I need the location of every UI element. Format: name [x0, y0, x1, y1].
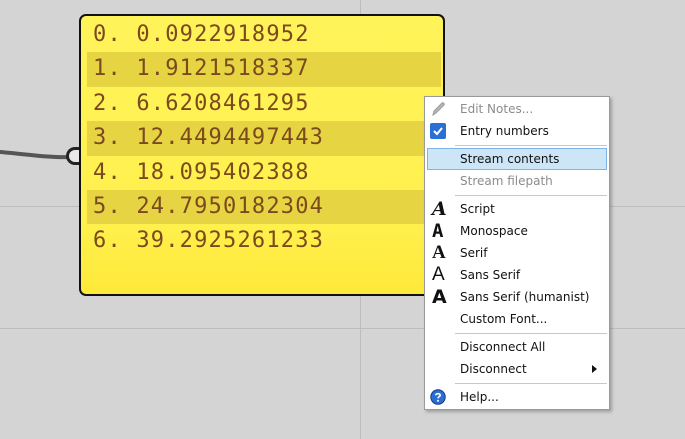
panel-row: 5. 24.7950182304	[87, 189, 441, 225]
menu-item-sans-serif-font[interactable]: A Sans Serif	[427, 264, 607, 286]
menu-item-label: Disconnect All	[460, 340, 546, 354]
menu-item-label: Help...	[460, 390, 499, 404]
menu-item-help[interactable]: Help...	[427, 386, 607, 408]
menu-item-stream-contents[interactable]: Stream contents	[427, 148, 607, 170]
menu-item-monospace-font[interactable]: A Monospace	[427, 220, 607, 242]
panel-rows: 0. 0.0922918952 1. 1.9121518337 2. 6.620…	[87, 18, 441, 259]
menu-item-label: Edit Notes...	[460, 102, 534, 116]
panel-row: 4. 18.095402388	[93, 159, 310, 185]
panel-row: 3. 12.4494497443	[87, 121, 441, 156]
menu-item-label: Custom Font...	[460, 312, 548, 326]
panel-component[interactable]: 0. 0.0922918952 1. 1.9121518337 2. 6.620…	[79, 14, 445, 296]
font-a-icon: A	[432, 242, 446, 263]
menu-item-label: Serif	[460, 246, 488, 260]
menu-item-label: Stream contents	[460, 152, 560, 166]
help-icon	[430, 389, 446, 405]
menu-item-label: Sans Serif (humanist)	[460, 290, 590, 304]
panel-row: 6. 39.2925261233	[93, 228, 325, 254]
menu-item-label: Sans Serif	[460, 268, 521, 282]
font-a-icon: A	[432, 220, 444, 242]
menu-separator	[455, 383, 607, 384]
menu-item-disconnect-all[interactable]: Disconnect All	[427, 336, 607, 358]
panel-row: 2. 6.6208461295	[93, 90, 310, 116]
menu-separator	[455, 195, 607, 196]
pencil-icon	[432, 102, 445, 117]
menu-item-disconnect[interactable]: Disconnect	[427, 358, 607, 380]
menu-item-label: Stream filepath	[460, 174, 553, 188]
menu-item-label: Disconnect	[460, 362, 527, 376]
menu-item-script-font[interactable]: A Script	[427, 198, 607, 220]
menu-item-label: Script	[460, 202, 495, 216]
font-a-icon: A	[432, 264, 445, 285]
font-a-icon: A	[432, 286, 447, 308]
panel-input-grip[interactable]	[66, 147, 80, 165]
check-icon	[430, 123, 446, 139]
menu-item-sans-serif-humanist-font[interactable]: A Sans Serif (humanist)	[427, 286, 607, 308]
menu-separator	[455, 145, 607, 146]
context-menu: Edit Notes... Entry numbers Stream conte…	[424, 96, 610, 410]
panel-row: 0. 0.0922918952	[93, 22, 310, 47]
menu-item-stream-filepath[interactable]: Stream filepath	[427, 170, 607, 192]
menu-item-custom-font[interactable]: Custom Font...	[427, 308, 607, 330]
menu-item-label: Entry numbers	[460, 124, 549, 138]
menu-separator	[455, 333, 607, 334]
submenu-arrow-icon	[592, 365, 597, 373]
menu-item-entry-numbers[interactable]: Entry numbers	[427, 120, 607, 142]
font-a-icon: A	[432, 198, 447, 220]
panel-row: 1. 1.9121518337	[87, 52, 441, 87]
menu-item-label: Monospace	[460, 224, 528, 238]
menu-item-serif-font[interactable]: A Serif	[427, 242, 607, 264]
menu-item-edit-notes[interactable]: Edit Notes...	[427, 98, 607, 120]
